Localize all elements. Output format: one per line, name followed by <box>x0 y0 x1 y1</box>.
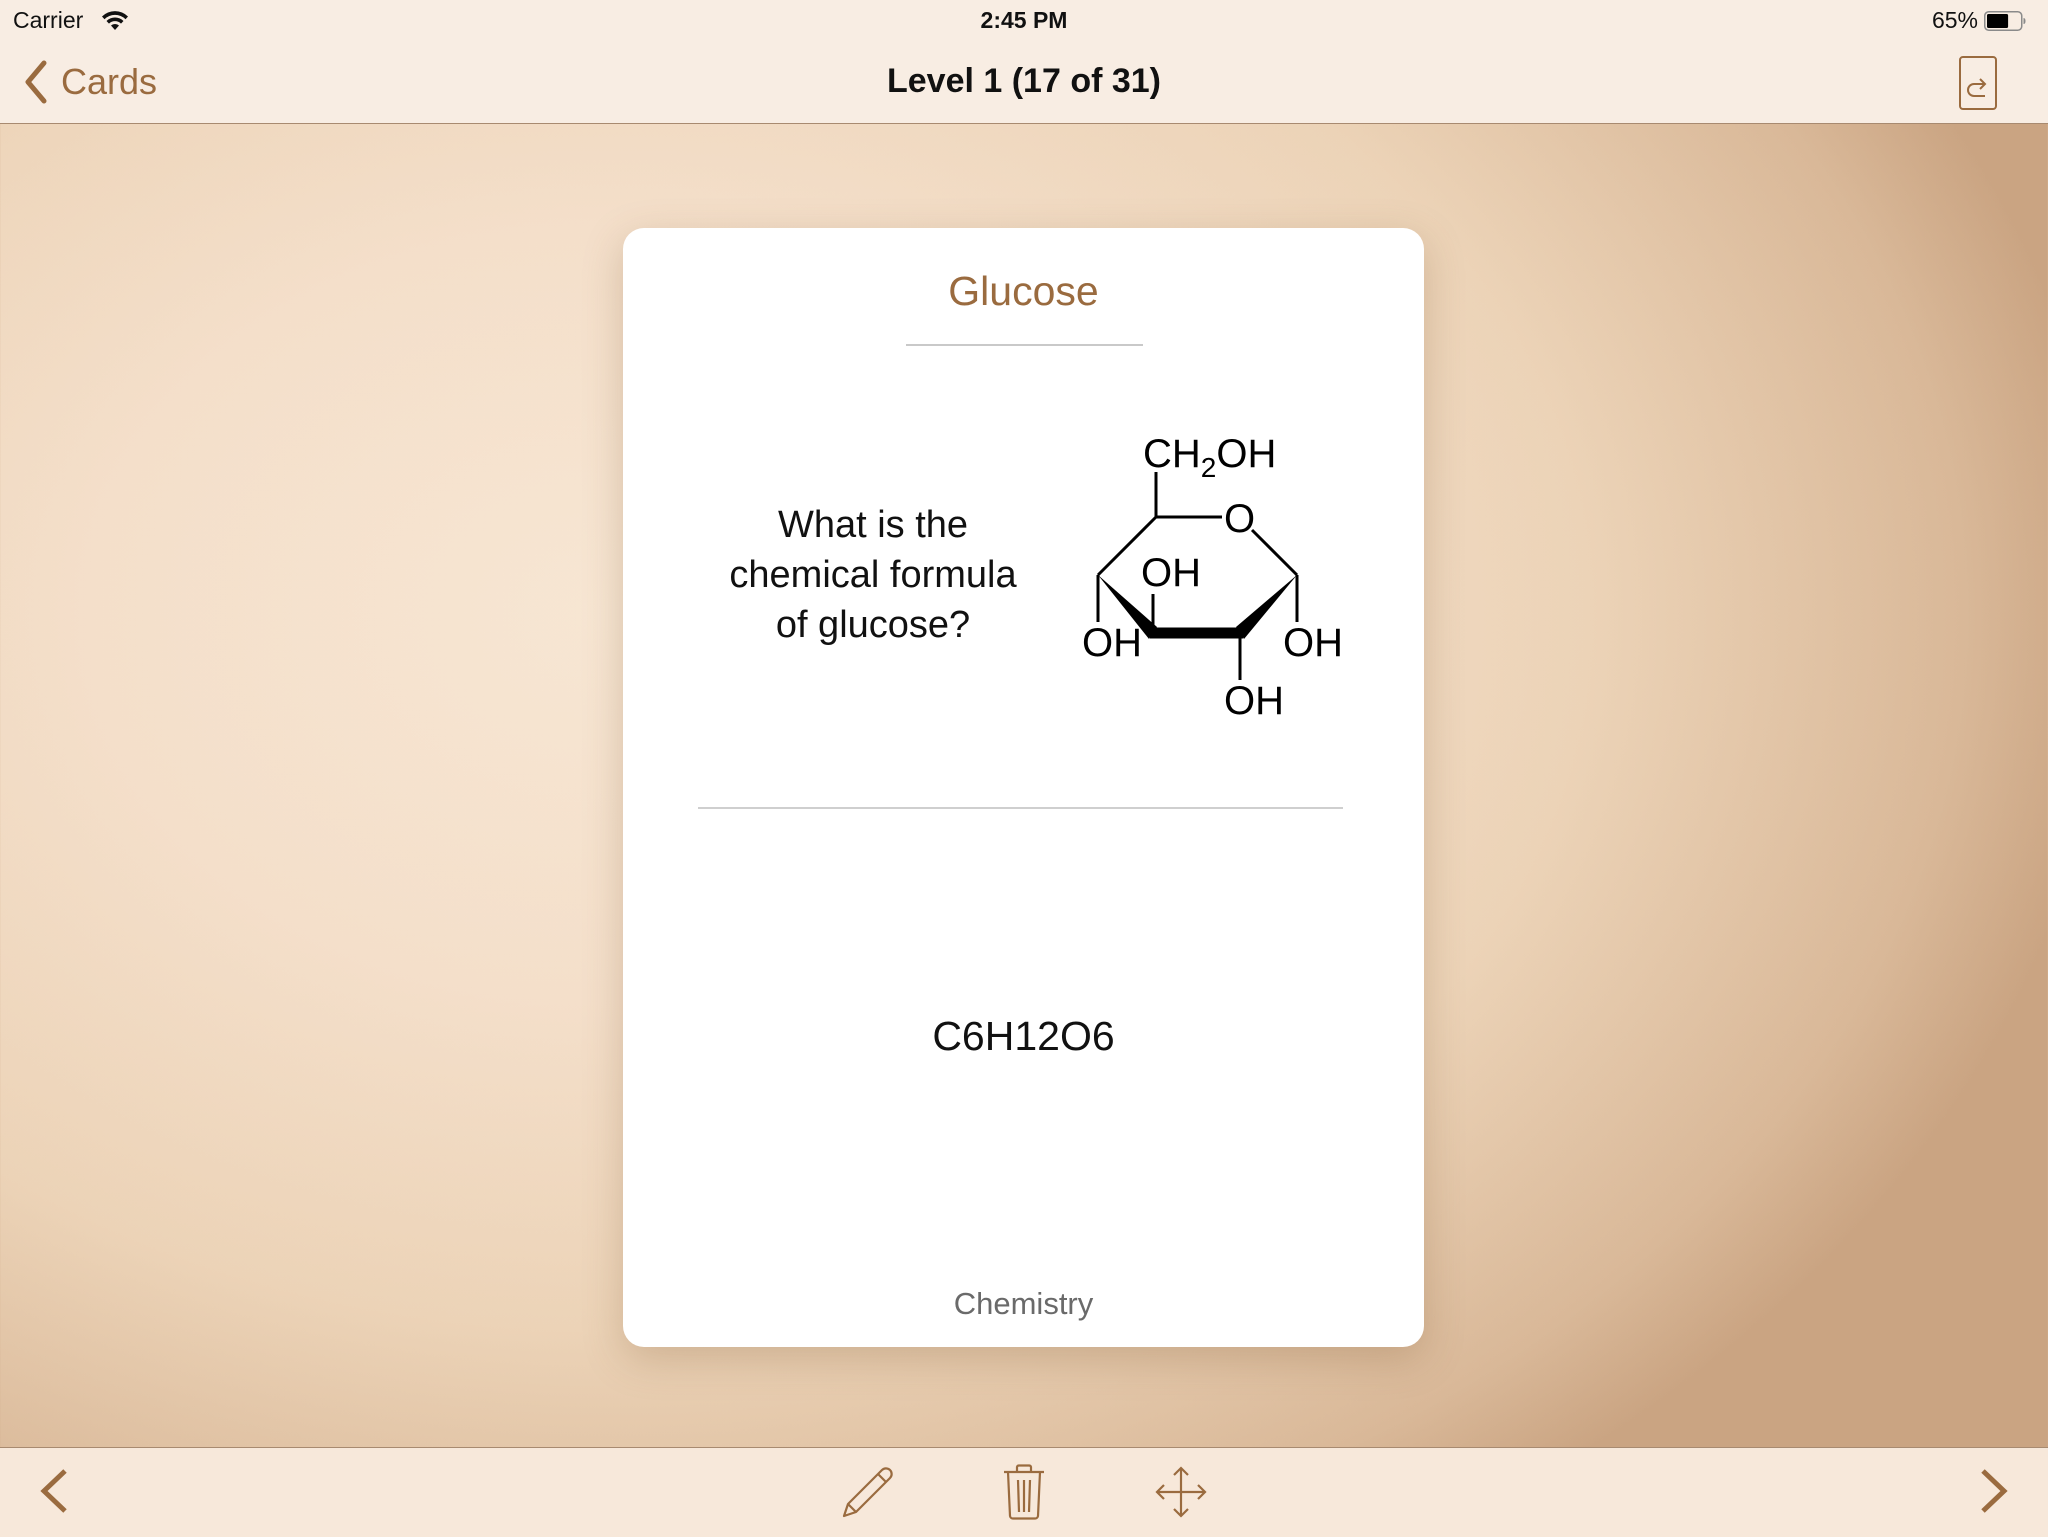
question-text: What is the chemical formula of glucose? <box>729 504 1017 646</box>
title-divider <box>906 344 1143 346</box>
next-card-button[interactable] <box>1976 1468 2012 1514</box>
question-answer-divider <box>698 807 1343 809</box>
battery-percent: 65% <box>1931 7 1978 33</box>
flip-card-button[interactable] <box>1959 56 1997 110</box>
category-label: Chemistry <box>953 1286 1094 1321</box>
answer-text: C6H12O6 <box>932 1013 1115 1059</box>
edit-button[interactable] <box>840 1464 896 1520</box>
bottom-toolbar <box>0 1447 2048 1537</box>
card-title: Glucose <box>948 268 1099 314</box>
delete-button[interactable] <box>1002 1464 1046 1520</box>
navigation-bar: Cards Level 1 (17 of 31) <box>0 40 2048 124</box>
clock: 2:45 PM <box>980 7 1068 33</box>
chevron-right-icon <box>1981 1469 2008 1513</box>
move-icon <box>1155 1466 1207 1518</box>
move-button[interactable] <box>1155 1466 1207 1518</box>
flip-card-icon <box>1959 56 1997 110</box>
chevron-left-icon <box>40 1469 67 1513</box>
trash-icon <box>1004 1464 1044 1520</box>
battery-icon <box>1984 10 2026 31</box>
pencil-icon <box>842 1467 893 1518</box>
previous-card-button[interactable] <box>36 1468 72 1514</box>
flash-card[interactable]: Glucose What is the chemical formula of … <box>623 228 1424 1347</box>
page-title: Level 1 (17 of 31) <box>886 62 1161 100</box>
status-bar: Carrier 2:45 PM 65% <box>0 0 2048 40</box>
